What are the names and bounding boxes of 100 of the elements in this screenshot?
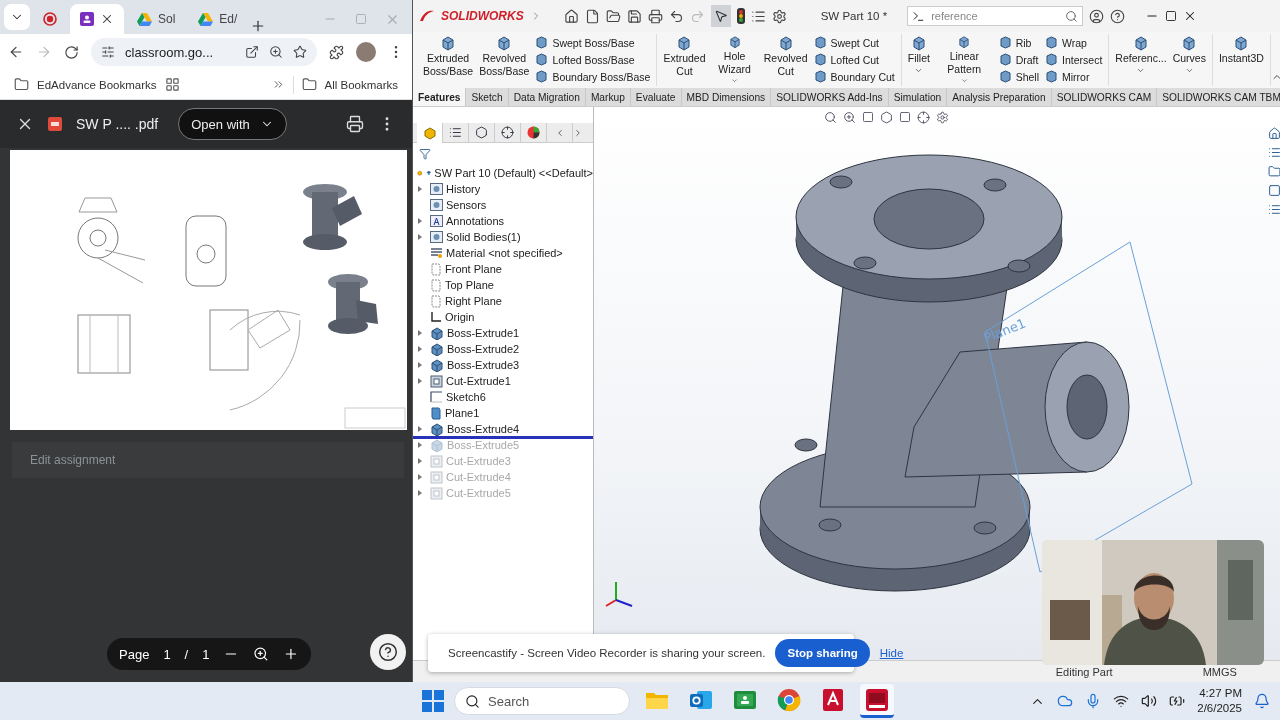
ribbon-button[interactable]: Boundary Boss/Base bbox=[533, 68, 653, 85]
wifi-icon[interactable] bbox=[1113, 693, 1130, 709]
settings-icon[interactable] bbox=[771, 8, 787, 24]
unit-system[interactable]: MMGS bbox=[1202, 665, 1237, 678]
zoom-area-icon[interactable] bbox=[843, 111, 856, 124]
section-icon[interactable] bbox=[862, 111, 874, 123]
browser-tab[interactable] bbox=[70, 4, 124, 34]
library-icon[interactable] bbox=[1267, 146, 1280, 159]
ribbon-button[interactable]: Instant3D bbox=[1216, 34, 1266, 86]
display-style-icon[interactable] bbox=[899, 111, 911, 123]
properties-icon[interactable] bbox=[750, 8, 766, 24]
tree-item[interactable]: Origin bbox=[413, 309, 593, 325]
expand-arrow-icon[interactable] bbox=[417, 329, 423, 337]
expand-arrow-icon[interactable] bbox=[417, 473, 423, 481]
tree-item[interactable]: Cut-Extrude1 bbox=[413, 373, 593, 389]
ribbon-button[interactable]: Draft bbox=[996, 51, 1042, 68]
help-button[interactable] bbox=[370, 634, 406, 670]
properties-icon[interactable] bbox=[1267, 203, 1280, 216]
home-icon[interactable] bbox=[563, 8, 579, 24]
ribbon-button[interactable]: Mirror bbox=[1043, 68, 1105, 85]
back-icon[interactable] bbox=[8, 44, 24, 60]
search-field[interactable]: reference bbox=[907, 6, 1084, 26]
site-info-icon[interactable] bbox=[101, 45, 115, 59]
expand-arrow-icon[interactable] bbox=[417, 457, 423, 465]
command-tab[interactable]: MBD Dimensions bbox=[681, 88, 772, 106]
browser-tab[interactable]: Sol bbox=[127, 4, 186, 34]
taskbar-search[interactable]: Search bbox=[454, 687, 630, 715]
tree-item[interactable]: Top Plane bbox=[413, 277, 593, 293]
bookmark-folder[interactable]: EdAdvance Bookmarks bbox=[37, 78, 157, 91]
hide-show-icon[interactable] bbox=[917, 111, 930, 124]
ribbon-button[interactable]: Boundary Cut bbox=[811, 68, 897, 85]
command-tab[interactable]: Sketch bbox=[466, 88, 509, 106]
ribbon-button[interactable]: Fillet bbox=[905, 34, 932, 86]
ribbon-button[interactable]: Lofted Boss/Base bbox=[533, 51, 653, 68]
scroll-right-icon[interactable] bbox=[573, 127, 583, 138]
stop-sharing-button[interactable]: Stop sharing bbox=[775, 639, 870, 667]
ribbon-button[interactable]: Extruded Boss/Base bbox=[421, 34, 476, 86]
taskbar-app[interactable] bbox=[860, 684, 894, 718]
expand-arrow-icon[interactable] bbox=[417, 185, 423, 193]
appearance-icon[interactable] bbox=[936, 111, 949, 124]
ribbon-button[interactable]: Intersect bbox=[1043, 51, 1105, 68]
maximize-icon[interactable] bbox=[1165, 10, 1178, 22]
tree-item[interactable]: Annotations bbox=[413, 213, 593, 229]
save-icon[interactable] bbox=[626, 8, 642, 24]
ribbon-button[interactable]: Referenc... bbox=[1113, 34, 1169, 86]
open-with-button[interactable]: Open with bbox=[178, 108, 287, 140]
tree-item[interactable]: Sensors bbox=[413, 197, 593, 213]
extensions-icon[interactable] bbox=[329, 44, 344, 60]
tree-item[interactable]: Sketch6 bbox=[413, 389, 593, 405]
filter-icon[interactable] bbox=[419, 148, 431, 160]
command-tab[interactable]: Simulation bbox=[888, 88, 948, 106]
ribbon-button[interactable]: Shell bbox=[996, 68, 1042, 85]
expand-arrow-icon[interactable] bbox=[417, 361, 423, 369]
print-icon[interactable] bbox=[647, 8, 663, 24]
explorer-icon[interactable] bbox=[1267, 165, 1280, 178]
palette-icon[interactable] bbox=[1267, 184, 1280, 197]
hide-link[interactable]: Hide bbox=[879, 647, 904, 659]
command-tab[interactable]: Evaluate bbox=[630, 88, 682, 106]
resources-icon[interactable] bbox=[1267, 127, 1280, 140]
zoom-icon[interactable] bbox=[269, 45, 283, 59]
command-tab[interactable]: Data Migration bbox=[508, 88, 586, 106]
close-icon[interactable] bbox=[100, 12, 114, 26]
ribbon-button[interactable]: Extruded Cut bbox=[661, 34, 708, 86]
ribbon-button[interactable]: Swept Boss/Base bbox=[533, 34, 653, 51]
star-icon[interactable] bbox=[293, 45, 307, 59]
reload-icon[interactable] bbox=[64, 44, 79, 60]
zoom-in-icon[interactable] bbox=[283, 646, 299, 662]
ribbon-button[interactable]: Revolved Boss/Base bbox=[477, 34, 532, 86]
expand-arrow-icon[interactable] bbox=[417, 489, 423, 497]
ribbon-button[interactable]: Curves bbox=[1170, 34, 1208, 86]
traffic-light-icon[interactable] bbox=[736, 8, 745, 24]
windows-icon[interactable] bbox=[422, 690, 444, 712]
zoom-fit-icon[interactable] bbox=[824, 111, 837, 124]
apps-icon[interactable] bbox=[164, 77, 180, 92]
help-icon[interactable] bbox=[1110, 8, 1126, 24]
notification-icon[interactable] bbox=[1254, 693, 1270, 709]
tree-item[interactable]: Boss-Extrude1 bbox=[413, 325, 593, 341]
all-bookmarks[interactable]: All Bookmarks bbox=[324, 78, 398, 91]
zoom-icon[interactable] bbox=[253, 646, 270, 662]
cloud-icon[interactable] bbox=[1057, 693, 1074, 709]
ribbon-button[interactable]: Rib bbox=[996, 34, 1042, 51]
ribbon-button[interactable]: Linear Pattern bbox=[933, 34, 995, 86]
battery-icon[interactable] bbox=[1169, 693, 1186, 709]
account-icon[interactable] bbox=[1089, 8, 1105, 24]
command-tab[interactable]: SOLIDWORKS CAM TBM bbox=[1157, 88, 1280, 106]
command-tab[interactable]: Markup bbox=[585, 88, 631, 106]
expand-arrow-icon[interactable] bbox=[417, 425, 423, 433]
browser-tab[interactable]: Ed/ bbox=[188, 4, 248, 34]
tree-item[interactable]: History bbox=[413, 181, 593, 197]
command-tab[interactable]: SOLIDWORKS Add-Ins bbox=[771, 88, 889, 106]
command-tab[interactable]: Features bbox=[413, 88, 467, 106]
tree-item[interactable]: Boss-Extrude3 bbox=[413, 357, 593, 373]
clock-time[interactable]: 4:27 PM bbox=[1199, 686, 1242, 701]
address-bar[interactable]: classroom.go... bbox=[91, 38, 317, 66]
profile-avatar[interactable] bbox=[356, 42, 376, 62]
tree-item[interactable]: Material <not specified> bbox=[413, 245, 593, 261]
expand-arrow-icon[interactable] bbox=[417, 377, 423, 385]
command-tab[interactable]: Analysis Preparation bbox=[947, 88, 1052, 106]
new-icon[interactable] bbox=[584, 8, 600, 24]
expand-arrow-icon[interactable] bbox=[417, 217, 423, 225]
